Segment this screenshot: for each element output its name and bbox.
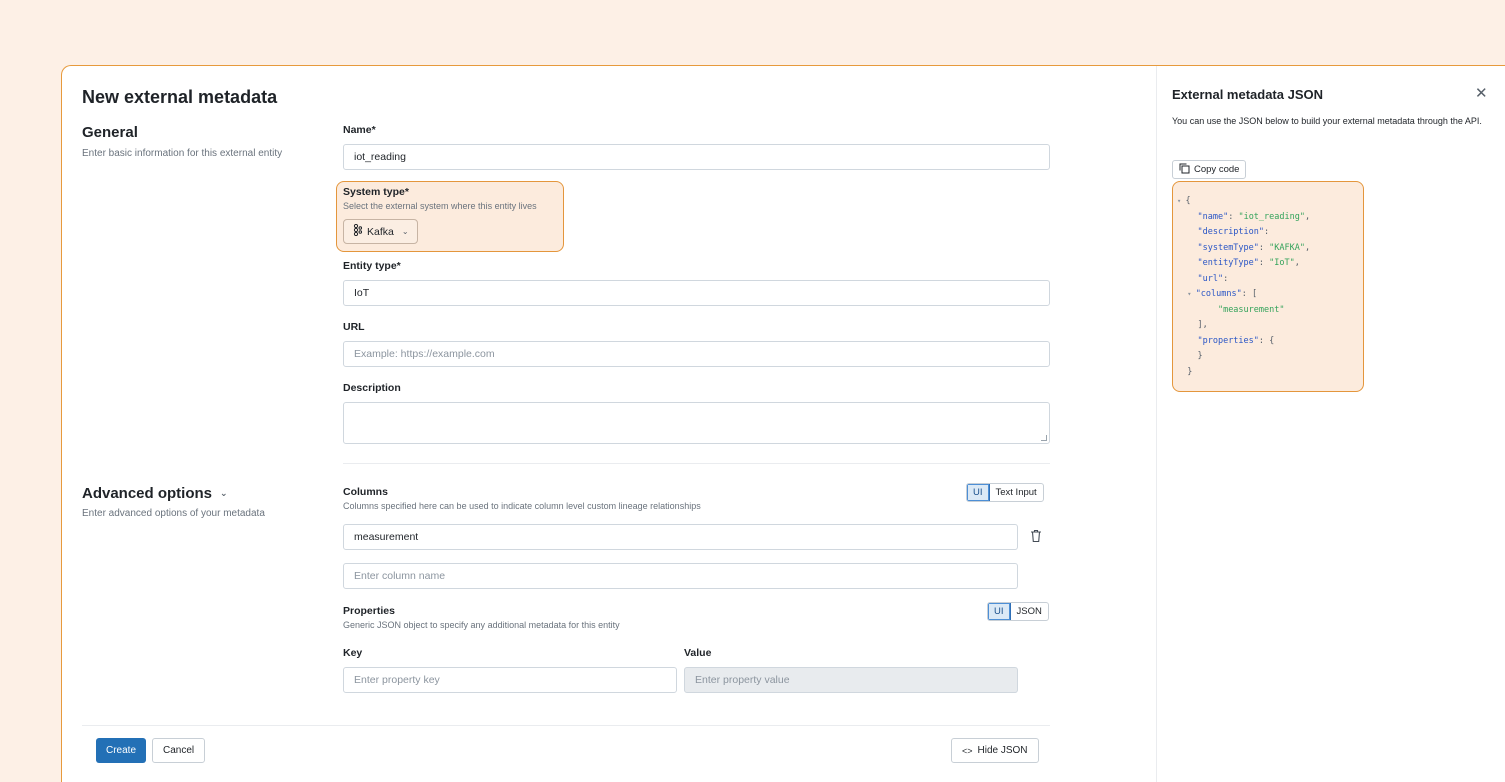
code-key: "description" bbox=[1197, 227, 1265, 237]
advanced-section-title: Advanced options bbox=[82, 485, 213, 502]
description-textarea[interactable] bbox=[343, 402, 1050, 444]
create-button[interactable]: Create bbox=[96, 738, 147, 763]
properties-hint: Generic JSON object to specify any addit… bbox=[343, 620, 620, 630]
entity-type-label: Entity type* bbox=[343, 260, 401, 272]
code-key: "url" bbox=[1197, 273, 1224, 284]
system-type-hint: Select the external system where this en… bbox=[343, 201, 537, 211]
code-line: "systemType": "KAFKA", bbox=[1177, 241, 1363, 257]
system-type-label: System type* bbox=[343, 186, 409, 198]
advanced-section-subtitle: Enter advanced options of your metadata bbox=[82, 508, 265, 519]
code-key: "columns" bbox=[1195, 289, 1242, 299]
code-tail: { bbox=[1269, 335, 1275, 346]
code-key: "properties" bbox=[1197, 335, 1259, 346]
metadata-panel: New external metadata General Enter basi… bbox=[61, 65, 1505, 782]
code-sep: : bbox=[1264, 227, 1270, 237]
chevron-down-icon: ⌄ bbox=[401, 227, 409, 236]
code-tail: ], bbox=[1197, 320, 1208, 330]
chevron-down-icon: ⌄ bbox=[220, 488, 228, 498]
side-panel-description: You can use the JSON below to build your… bbox=[1172, 116, 1482, 126]
code-val: "measurement" bbox=[1217, 304, 1285, 315]
footer-divider bbox=[82, 725, 1050, 726]
code-sep: : bbox=[1228, 211, 1239, 222]
columns-text-input-tab[interactable]: Text Input bbox=[990, 484, 1043, 501]
code-val: "IoT" bbox=[1269, 258, 1295, 268]
properties-label: Properties bbox=[343, 605, 395, 617]
code-val: "KAFKA" bbox=[1269, 242, 1305, 253]
code-key: "systemType" bbox=[1197, 242, 1259, 253]
code-tail: , bbox=[1294, 258, 1300, 268]
system-type-value: Kafka bbox=[367, 225, 394, 238]
code-text: { bbox=[1185, 196, 1191, 206]
advanced-options-toggle[interactable]: Advanced options ⌄ bbox=[82, 485, 228, 502]
cancel-button[interactable]: Cancel bbox=[152, 738, 206, 763]
system-type-dropdown[interactable]: Kafka ⌄ bbox=[343, 219, 418, 244]
kafka-icon bbox=[352, 223, 363, 239]
hide-json-label: Hide JSON bbox=[977, 745, 1028, 756]
code-line: ▾ { bbox=[1177, 194, 1363, 210]
code-key: "name" bbox=[1197, 211, 1229, 222]
property-key-input[interactable]: Enter property key bbox=[343, 667, 677, 693]
entity-type-input[interactable]: IoT bbox=[343, 280, 1050, 306]
columns-hint: Columns specified here can be used to in… bbox=[343, 501, 701, 511]
code-sep: : bbox=[1258, 242, 1270, 253]
code-line: } bbox=[1177, 349, 1363, 365]
json-code-block: ▾ { "name": "iot_reading", "description"… bbox=[1172, 181, 1364, 392]
columns-label: Columns bbox=[343, 486, 388, 498]
name-label: Name* bbox=[343, 124, 376, 136]
description-label: Description bbox=[343, 382, 401, 394]
code-line: "measurement" bbox=[1177, 303, 1363, 319]
code-sep: : bbox=[1258, 258, 1270, 268]
copy-code-button[interactable]: Copy code bbox=[1172, 160, 1247, 179]
code-line: } bbox=[1177, 365, 1363, 381]
code-sep: : bbox=[1258, 335, 1270, 346]
general-section-subtitle: Enter basic information for this externa… bbox=[82, 148, 283, 159]
properties-json-tab[interactable]: JSON bbox=[1011, 603, 1048, 620]
key-label: Key bbox=[343, 647, 363, 659]
code-sep: : bbox=[1241, 289, 1252, 299]
code-tail: } bbox=[1187, 366, 1193, 377]
new-column-input[interactable]: Enter column name bbox=[343, 563, 1018, 589]
properties-mode-toggle: UI JSON bbox=[987, 602, 1049, 621]
code-tail: , bbox=[1304, 242, 1311, 253]
trash-icon[interactable] bbox=[1030, 529, 1042, 548]
page-title: New external metadata bbox=[82, 87, 278, 107]
close-icon[interactable]: ✕ bbox=[1475, 84, 1488, 102]
code-line: "properties": { bbox=[1177, 334, 1363, 350]
code-tail: , bbox=[1304, 211, 1311, 222]
code-line: ▾ "columns": [ bbox=[1177, 287, 1363, 303]
copy-icon bbox=[1179, 163, 1190, 177]
name-input[interactable]: iot_reading bbox=[343, 144, 1050, 170]
resize-handle-icon[interactable] bbox=[1041, 435, 1047, 441]
code-line: ], bbox=[1177, 318, 1363, 334]
section-divider bbox=[343, 463, 1050, 464]
general-section-title: General bbox=[82, 124, 138, 141]
code-sep: : bbox=[1223, 273, 1229, 284]
collapse-arrow-icon[interactable]: ▾ bbox=[1187, 290, 1195, 298]
code-line: "description": bbox=[1177, 225, 1363, 241]
columns-mode-toggle: UI Text Input bbox=[966, 483, 1044, 502]
code-val: "iot_reading" bbox=[1238, 211, 1305, 222]
hide-json-button[interactable]: <> Hide JSON bbox=[951, 738, 1039, 763]
code-key: "entityType" bbox=[1197, 258, 1259, 268]
url-label: URL bbox=[343, 321, 365, 333]
url-input[interactable]: Example: https://example.com bbox=[343, 341, 1050, 367]
code-line: "name": "iot_reading", bbox=[1177, 210, 1363, 226]
property-value-input: Enter property value bbox=[684, 667, 1018, 693]
column-input[interactable]: measurement bbox=[343, 524, 1018, 550]
code-line: "url": bbox=[1177, 272, 1363, 288]
properties-ui-tab[interactable]: UI bbox=[988, 603, 1011, 620]
value-label: Value bbox=[684, 647, 712, 659]
side-panel-title: External metadata JSON bbox=[1172, 87, 1324, 102]
code-tail: [ bbox=[1252, 289, 1258, 299]
code-tail: } bbox=[1197, 351, 1203, 361]
columns-ui-tab[interactable]: UI bbox=[967, 484, 990, 501]
code-icon: <> bbox=[962, 745, 973, 756]
copy-code-label: Copy code bbox=[1194, 164, 1240, 175]
code-line: "entityType": "IoT", bbox=[1177, 256, 1363, 272]
json-side-panel: External metadata JSON ✕ You can use the… bbox=[1156, 66, 1505, 782]
